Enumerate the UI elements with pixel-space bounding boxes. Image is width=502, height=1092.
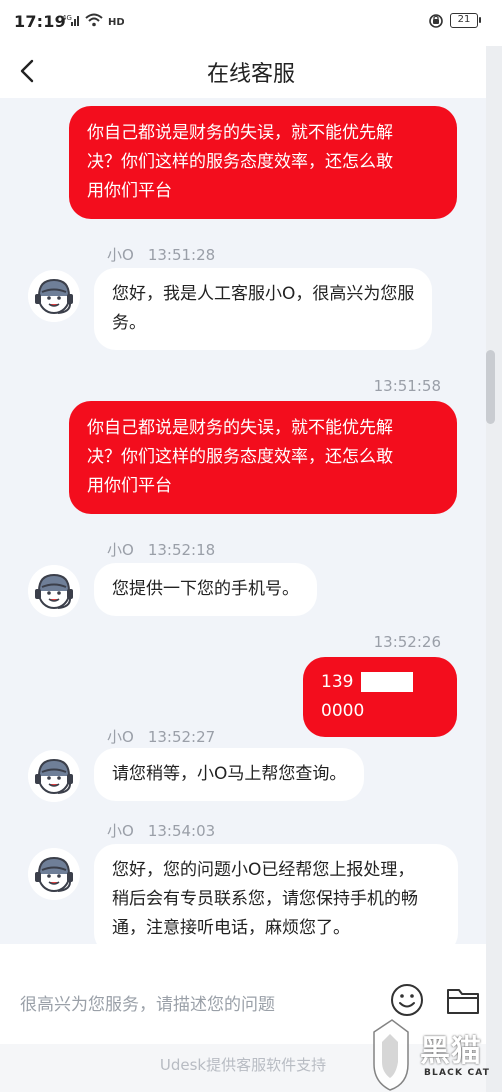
chat-area[interactable]: 你自己都说是财务的失误，就不能优先解 决？你们这样的服务态度效率，还怎么敢 用你… [0, 98, 486, 944]
message-line: 稍后会有专员联系您，请您保持手机的畅 [112, 889, 418, 909]
message-time: 13:52:18 [147, 541, 216, 559]
svg-text:4G: 4G [62, 14, 72, 22]
watermark-text: 黑猫 [420, 1034, 482, 1069]
redaction-mask [360, 672, 413, 692]
message-bubble-agent: 请您稍等，小O马上帮您查询。 [94, 748, 365, 801]
message-line: 决？你们这样的服务态度效率，还怎么敢 [87, 152, 393, 172]
message-line: 决？你们这样的服务态度效率，还怎么敢 [87, 447, 393, 467]
message-time: 13:52:27 [147, 728, 216, 746]
message-meta: 小O 13:54:03 [107, 820, 215, 841]
status-time: 17:19 [14, 12, 66, 31]
sender-name: 小O [107, 728, 134, 746]
message-input[interactable]: 很高兴为您服务，请描述您的问题 [20, 990, 275, 1015]
message-line: 你自己都说是财务的失误，就不能优先解 [87, 418, 393, 438]
agent-avatar-icon [28, 270, 80, 322]
message-line: 您提供一下您的手机号。 [112, 579, 299, 599]
sender-name: 小O [107, 822, 134, 840]
message-time: 13:54:03 [147, 822, 216, 840]
wifi-icon [85, 13, 103, 27]
message-time: 13:51:58 [373, 377, 441, 395]
message-line: 务。 [112, 313, 146, 333]
hd-icon: HD [108, 17, 124, 27]
message-line: 您好，我是人工客服小O，很高兴为您服 [112, 284, 415, 304]
battery-icon: 21 [450, 12, 481, 28]
message-time: 13:52:26 [373, 633, 441, 651]
sender-name: 小O [107, 541, 134, 559]
message-line: 您好，您的问题小O已经帮您上报处理， [112, 860, 415, 880]
page-title: 在线客服 [206, 62, 295, 87]
message-meta: 小O 13:52:18 [107, 539, 215, 560]
status-bar: 17:19 4G HD 21 [0, 0, 502, 46]
message-time: 13:51:28 [147, 246, 216, 264]
svg-text:HD: HD [108, 17, 124, 27]
phone-suffix: 0000 [321, 701, 365, 721]
right-edge [486, 46, 502, 1092]
message-meta: 小O 13:52:27 [107, 726, 215, 747]
signal-icon: 4G [62, 14, 79, 26]
phone-prefix: 139 [321, 672, 354, 692]
message-bubble-agent: 您好，我是人工客服小O，很高兴为您服 务。 [94, 268, 433, 350]
message-line: 请您稍等，小O马上帮您查询。 [112, 764, 347, 784]
message-bubble-user: 你自己都说是财务的失误，就不能优先解 决？你们这样的服务态度效率，还怎么敢 用你… [69, 106, 457, 219]
message-bubble-user: 你自己都说是财务的失误，就不能优先解 决？你们这样的服务态度效率，还怎么敢 用你… [69, 401, 457, 514]
message-bubble-agent: 您提供一下您的手机号。 [94, 563, 317, 616]
message-line: 用你们平台 [87, 476, 172, 496]
title-bar: 在线客服 [0, 46, 502, 98]
status-icons: 4G HD [62, 13, 124, 27]
folder-icon[interactable] [446, 985, 480, 1015]
agent-avatar-icon [28, 848, 80, 900]
message-meta: 小O 13:51:28 [107, 244, 215, 265]
chat-scrollbar[interactable] [486, 350, 495, 424]
agent-avatar-icon [28, 565, 80, 617]
agent-avatar-icon [28, 750, 80, 802]
watermark-text-en: BLACK CAT [424, 1068, 491, 1078]
status-right: 21 [428, 12, 481, 28]
message-bubble-agent: 您好，您的问题小O已经帮您上报处理， 稍后会有专员联系您，请您保持手机的畅 通，… [94, 844, 458, 944]
message-line: 用你们平台 [87, 181, 172, 201]
message-line: 通，注意接听电话，麻烦您了。 [112, 918, 350, 938]
message-line: 你自己都说是财务的失误，就不能优先解 [87, 123, 393, 143]
sender-name: 小O [107, 246, 134, 264]
message-bubble-user: 139 0000 [303, 657, 457, 737]
alarm-icon [429, 14, 443, 28]
emoji-icon[interactable] [390, 983, 424, 1017]
